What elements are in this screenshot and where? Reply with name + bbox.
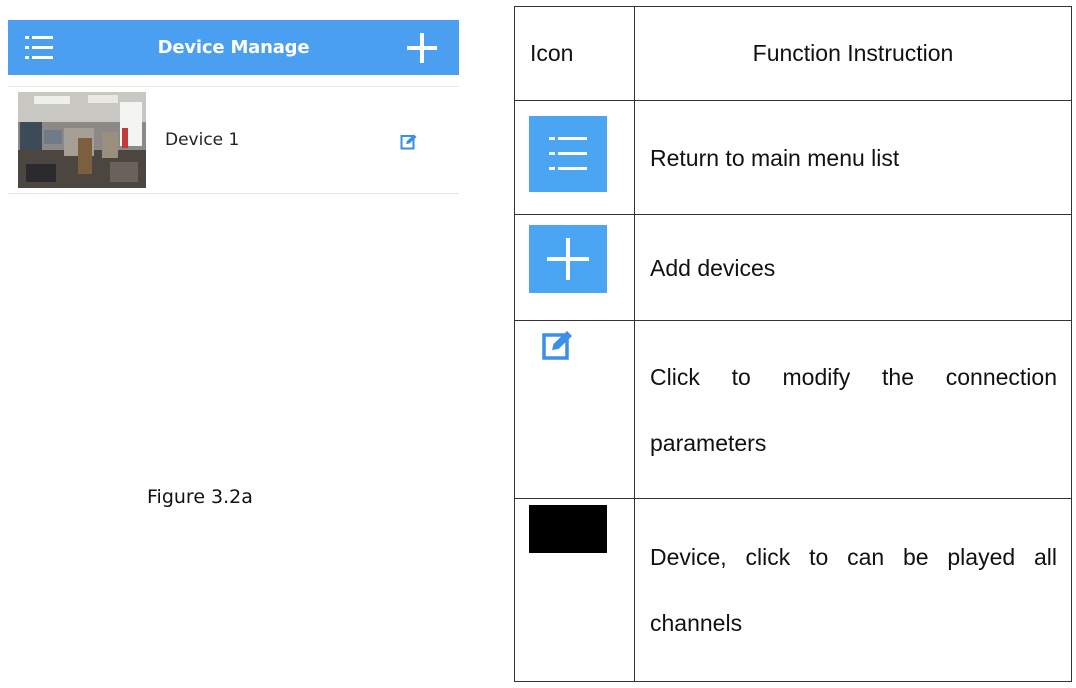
edit-icon — [541, 329, 575, 361]
table-cell-function: Click to modify the connection parameter… — [634, 320, 1072, 499]
table-cell-icon — [514, 320, 635, 499]
device-thumbnail — [18, 92, 146, 188]
device-manage-screen: Device Manage Device 1 — [8, 20, 459, 196]
table-row: Click to modify the connection parameter… — [514, 320, 1072, 499]
app-header-bar: Device Manage — [8, 20, 459, 75]
edit-icon — [400, 134, 417, 150]
icon-function-table: Icon Function Instruction Return to main… — [514, 6, 1072, 682]
column-header-function: Function Instruction — [634, 6, 1072, 101]
black-device-box-icon — [529, 505, 607, 553]
plus-icon — [407, 33, 437, 63]
add-device-button[interactable] — [405, 31, 439, 65]
table-row: Add devices — [514, 214, 1072, 321]
page-title: Device Manage — [157, 37, 310, 58]
table-cell-function: Device, click to can be played all chann… — [634, 498, 1072, 682]
table-cell-icon — [514, 100, 635, 215]
device-list-item[interactable]: Device 1 — [8, 86, 459, 194]
figure-caption: Figure 3.2a — [147, 486, 253, 508]
device-name: Device 1 — [165, 130, 240, 150]
menu-list-icon — [529, 116, 607, 192]
table-cell-icon — [514, 498, 635, 682]
table-cell-function: Add devices — [634, 214, 1072, 321]
plus-icon — [529, 225, 607, 293]
table-row: Return to main menu list — [514, 100, 1072, 215]
table-cell-icon — [514, 214, 635, 321]
table-cell-function: Return to main menu list — [634, 100, 1072, 215]
table-header-row: Icon Function Instruction — [514, 6, 1072, 101]
edit-device-button[interactable] — [400, 133, 418, 151]
table-row: Device, click to can be played all chann… — [514, 498, 1072, 682]
column-header-icon: Icon — [514, 6, 635, 101]
